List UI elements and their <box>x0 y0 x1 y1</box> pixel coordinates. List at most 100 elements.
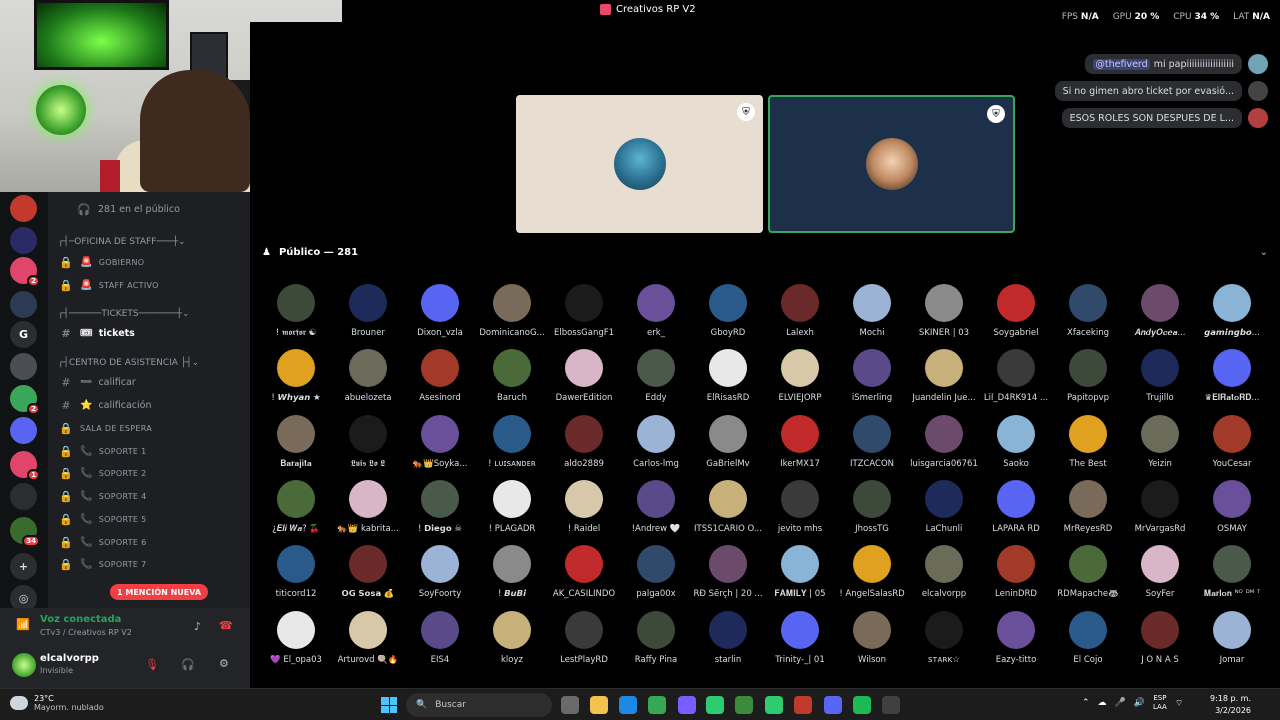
member-tile[interactable]: RDMapache🦝 <box>1052 545 1124 607</box>
server-icon[interactable] <box>10 417 37 444</box>
member-tile[interactable]: Eddy <box>620 349 692 411</box>
channel-item[interactable]: 🔒 📞 SOPORTE 5 <box>58 509 147 529</box>
member-tile[interactable]: SoyFoorty <box>404 545 476 607</box>
member-tile[interactable]: Asesinord <box>404 349 476 411</box>
member-tile[interactable]: ! ʟᴜɪꜱᴀɴᴅᴇʀ <box>476 414 548 477</box>
member-tile[interactable]: EIS4 <box>404 610 476 673</box>
volume-icon[interactable]: 🔊 <box>1134 698 1145 708</box>
disconnect-icon[interactable]: ☎ <box>219 619 233 632</box>
channel-item[interactable]: # ⭐ calificación <box>58 395 151 415</box>
server-icon[interactable] <box>10 291 37 318</box>
xbox-icon[interactable] <box>735 696 753 714</box>
member-tile[interactable]: Saoko <box>980 414 1052 477</box>
server-icon[interactable] <box>10 353 37 380</box>
server-icon[interactable]: 1 <box>10 451 40 481</box>
member-tile[interactable]: jevito mhs <box>764 479 836 542</box>
member-tile[interactable]: ElRisasRD <box>692 349 764 411</box>
member-tile[interactable]: Trinity-_| 01 <box>764 610 836 673</box>
voice-channel[interactable]: CTv3 / Creativos RP V2 <box>40 628 132 637</box>
edge-icon[interactable] <box>619 696 637 714</box>
member-tile[interactable]: ! 𝙒𝙝𝙮𝙖𝙣 ★ <box>260 349 332 411</box>
member-tile[interactable]: Dixon_vzla <box>404 284 476 346</box>
member-tile[interactable]: luisgarcia06761 <box>908 414 980 477</box>
channel-category[interactable]: ┌┤──────TICKETS───────┼ ⌄ <box>58 304 189 324</box>
soundboard-icon[interactable]: ♪ <box>194 620 201 633</box>
server-icon[interactable]: 34 <box>10 517 40 547</box>
game-icon[interactable] <box>678 696 696 714</box>
member-tile[interactable]: palga00x <box>620 545 692 607</box>
member-tile[interactable]: AK_CASILINDO <box>548 545 620 607</box>
member-tile[interactable]: elcalvorpp <box>908 545 980 607</box>
member-tile[interactable]: SoyFer <box>1124 545 1196 607</box>
member-tile[interactable]: Soygabriel <box>980 284 1052 346</box>
network-icon[interactable]: ☁ <box>1098 698 1107 708</box>
channel-category[interactable]: ┌┤─OFICINA DE STAFF───┼ ⌄ <box>58 232 186 252</box>
server-icon[interactable] <box>10 195 37 222</box>
member-tile[interactable]: aldo2889 <box>548 414 620 477</box>
channel-item[interactable]: 🔒 🚨 STAFF ACTIVO <box>58 275 159 295</box>
streaming-icon[interactable] <box>765 696 783 714</box>
new-mention-pill[interactable]: 1 MENCIÓN NUEVA <box>110 584 209 600</box>
channel-item[interactable]: 🔒 📞 SOPORTE 4 <box>58 486 147 506</box>
member-tile[interactable]: Yeizin <box>1124 414 1196 477</box>
member-tile[interactable]: Lil_D4RK914 ... <box>980 349 1052 411</box>
member-tile[interactable]: 🐅👑 kabrita... <box>332 479 404 542</box>
member-tile[interactable]: SKINER | 03 <box>908 284 980 346</box>
file-explorer-icon[interactable] <box>590 696 608 714</box>
member-tile[interactable]: El Cojo <box>1052 610 1124 673</box>
member-tile[interactable]: MrReyesRD <box>1052 479 1124 542</box>
chevron-down-icon[interactable]: ⌄ <box>1260 247 1268 258</box>
member-tile[interactable]: J O N A S <box>1124 610 1196 673</box>
signal-icon[interactable]: 📶 <box>16 618 30 631</box>
member-tile[interactable]: Wilson <box>836 610 908 673</box>
channel-item[interactable]: 🔒 🚨 GOBIERNO <box>58 252 144 272</box>
member-tile[interactable]: ! AngelSalasRD <box>836 545 908 607</box>
channel-item[interactable]: 🔒 📞 SOPORTE 2 <box>58 463 147 483</box>
member-tile[interactable]: iSmerling <box>836 349 908 411</box>
member-tile[interactable]: ! 𝖒𝖔𝖗𝖋𝖔𝖗 ☯ <box>260 284 332 346</box>
member-tile[interactable]: 𝗢𝗚 𝗦𝗼𝘀𝗮 💰 <box>332 545 404 607</box>
public-section-header[interactable]: ♟ Público — 281 <box>262 247 358 258</box>
channel-item[interactable]: 🔒 SALA DE ESPERA <box>58 418 152 438</box>
media-icon[interactable] <box>794 696 812 714</box>
chevron-up-icon[interactable]: ⌃ <box>1082 698 1090 708</box>
spotify-icon[interactable] <box>853 696 871 714</box>
member-tile[interactable]: ELVIEJORP <box>764 349 836 411</box>
member-tile[interactable]: erk_ <box>620 284 692 346</box>
member-tile[interactable]: Brouner <box>332 284 404 346</box>
member-tile[interactable]: Eazy-titto <box>980 610 1052 673</box>
app-icon[interactable] <box>706 696 724 714</box>
member-tile[interactable]: ITZCACON <box>836 414 908 477</box>
member-tile[interactable]: Juandelin Jue... <box>908 349 980 411</box>
member-tile[interactable]: GboyRD <box>692 284 764 346</box>
member-tile[interactable]: Xfaceking <box>1052 284 1124 346</box>
task-view-icon[interactable] <box>561 696 579 714</box>
member-tile[interactable]: ꜱᴛᴀʀᴋ☆ <box>908 610 980 673</box>
avatar[interactable] <box>12 653 36 677</box>
member-tile[interactable]: ♛𝐄𝐥𝐑𝐚𝐭𝐨𝐑𝐃... <box>1196 349 1268 411</box>
language-indicator[interactable]: ESP LAA <box>1153 694 1167 712</box>
member-tile[interactable]: titicord12 <box>260 545 332 607</box>
wifi-icon[interactable]: ⌔ <box>1175 698 1183 709</box>
member-tile[interactable]: Lalexh <box>764 284 836 346</box>
member-tile[interactable]: Papitopvp <box>1052 349 1124 411</box>
member-tile[interactable]: 𝐁𝐚𝐫𝐚𝐣𝐢𝐭𝐚 <box>260 414 332 477</box>
speaker-tile-active[interactable]: ⛨ <box>768 95 1015 233</box>
server-icon[interactable]: 2 <box>10 257 40 287</box>
member-tile[interactable]: starlin <box>692 610 764 673</box>
member-tile[interactable]: ! 𝘽𝙪𝘽𝙞 <box>476 545 548 607</box>
weather-widget[interactable]: 23°C Mayorm. nublado <box>10 694 104 712</box>
member-tile[interactable]: Jomar <box>1196 610 1268 673</box>
member-tile[interactable]: 𝑨𝒏𝒅𝒚𝑶𝒄𝒆𝒂... <box>1124 284 1196 346</box>
channel-item[interactable]: # 🎟 tickets <box>58 323 134 343</box>
channel-item[interactable]: 🔒 📞 SOPORTE 6 <box>58 532 147 552</box>
member-tile[interactable]: kloyz <box>476 610 548 673</box>
member-tile[interactable]: 𝕷𝖚𝖎𝖘 𝕷𝖔 𝕷 <box>332 414 404 477</box>
member-tile[interactable]: ¿𝑬𝒍𝒊 𝑾𝒂? 🍒 <box>260 479 332 542</box>
member-tile[interactable]: OSMAY <box>1196 479 1268 542</box>
member-tile[interactable]: LestPlayRD <box>548 610 620 673</box>
member-tile[interactable]: Mochi <box>836 284 908 346</box>
start-button[interactable] <box>381 697 397 713</box>
member-tile[interactable]: DominicanoG... <box>476 284 548 346</box>
chrome-icon[interactable] <box>648 696 666 714</box>
